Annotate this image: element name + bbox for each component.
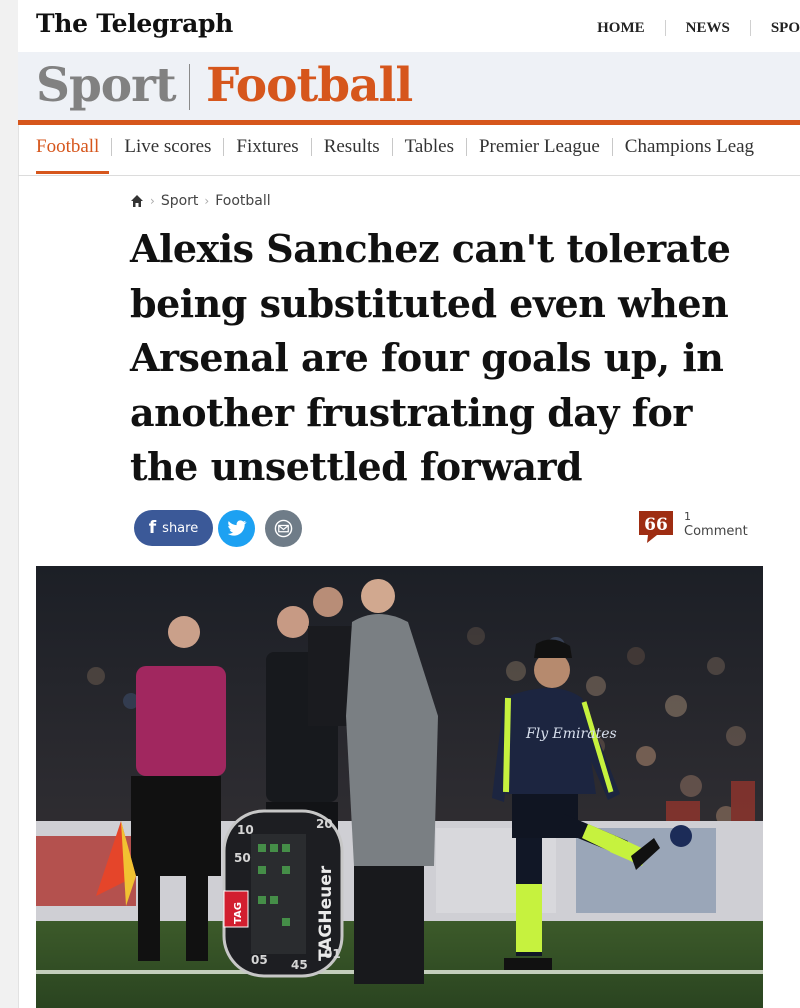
svg-text:66: 66 — [644, 515, 668, 535]
section-accent-rule — [18, 120, 800, 125]
facebook-icon: f — [148, 518, 157, 538]
top-nav: HOME NEWS SPO — [577, 20, 800, 36]
section-divider — [189, 64, 190, 110]
board-brand-text: TAGHeuer — [316, 865, 336, 961]
comment-label[interactable]: Comment — [684, 524, 748, 539]
board-number: 20 — [316, 817, 333, 831]
article-headline: Alexis Sanchez can't tolerate being subs… — [130, 226, 731, 489]
chevron-right-icon: › — [150, 194, 155, 208]
facebook-share-button[interactable]: f share — [134, 510, 213, 546]
section-parent-link[interactable]: Sport — [36, 58, 177, 113]
subnav-football[interactable]: Football — [36, 137, 111, 156]
section-current-title[interactable]: Football — [206, 58, 413, 113]
window-left-edge — [0, 0, 19, 1008]
twitter-icon — [227, 520, 247, 536]
comment-icon[interactable]: 66 — [637, 509, 675, 545]
section-header: Sport Football — [18, 52, 800, 120]
subnav-tables[interactable]: Tables — [391, 137, 466, 156]
breadcrumb-sport[interactable]: Sport — [161, 193, 199, 209]
board-number: 50 — [234, 851, 251, 865]
subnav-live-scores[interactable]: Live scores — [111, 137, 223, 156]
masthead: The Telegraph HOME NEWS SPO — [18, 0, 800, 52]
board-number: 10 — [237, 823, 254, 837]
article-hero-image: 10 20 50 45 05 01 TAGHeuer TAG Fly Emira… — [36, 566, 763, 1008]
home-icon[interactable] — [130, 194, 144, 208]
chevron-right-icon: › — [204, 194, 210, 208]
shirt-sponsor-text: Fly Emirates — [525, 726, 617, 742]
breadcrumb: › Sport › Football — [130, 193, 271, 209]
board-number: 05 — [251, 953, 268, 967]
top-nav-home[interactable]: HOME — [577, 20, 665, 36]
facebook-share-label: share — [162, 520, 199, 536]
email-share-button[interactable] — [265, 510, 302, 547]
comment-count[interactable]: 1 — [684, 510, 691, 523]
subnav-fixtures[interactable]: Fixtures — [223, 137, 310, 156]
top-nav-news[interactable]: NEWS — [664, 20, 750, 36]
subnav-champions-league[interactable]: Champions Leag — [611, 137, 766, 156]
sub-nav: Football Live scores Fixtures Results Ta… — [36, 137, 766, 156]
board-badge-text: TAG — [233, 902, 244, 924]
breadcrumb-football[interactable]: Football — [215, 193, 270, 209]
top-nav-sport[interactable]: SPO — [749, 20, 800, 36]
twitter-share-button[interactable] — [218, 510, 255, 547]
hero-photo-illustration: 10 20 50 45 05 01 TAGHeuer TAG Fly Emira… — [36, 566, 763, 1008]
board-number: 45 — [291, 958, 308, 972]
subnav-divider — [18, 175, 800, 176]
envelope-icon — [274, 519, 293, 538]
subnav-results[interactable]: Results — [310, 137, 392, 156]
telegraph-logo[interactable]: The Telegraph — [36, 9, 233, 38]
subnav-premier-league[interactable]: Premier League — [465, 137, 612, 156]
subnav-active-indicator — [36, 171, 109, 174]
